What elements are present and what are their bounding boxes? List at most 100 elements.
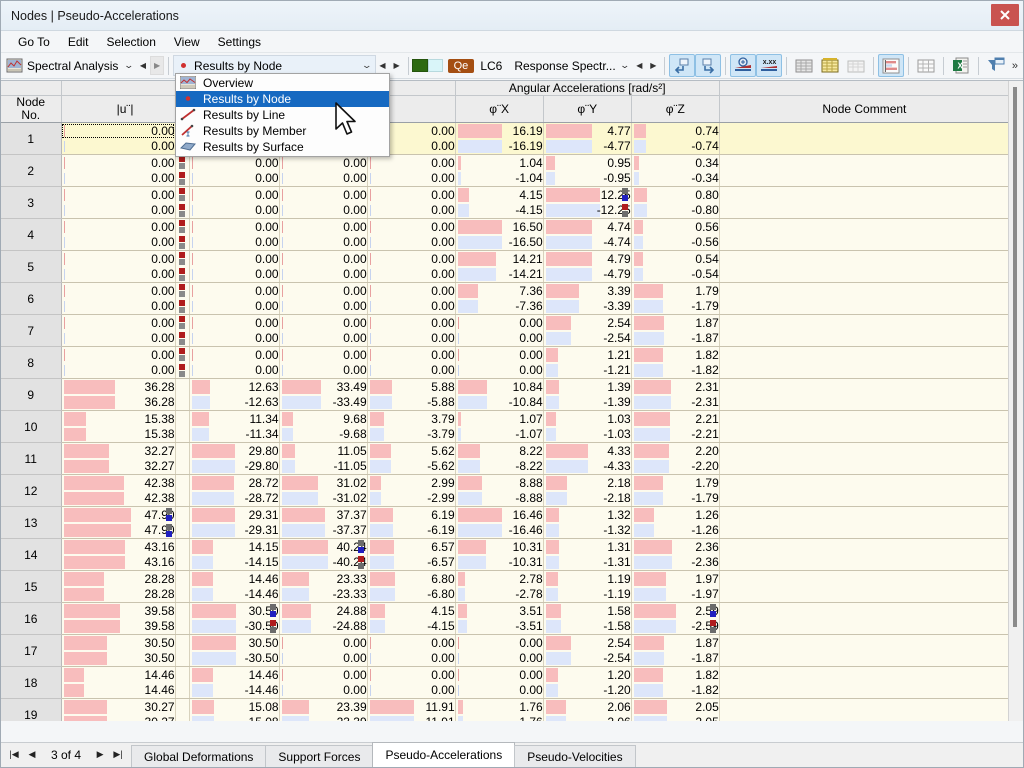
node-comment-cell[interactable] [719,714,1011,721]
value-cell[interactable]: -2.54 [543,650,632,667]
value-cell[interactable]: 0.00 [455,314,544,331]
value-cell[interactable]: 10.84 [455,378,544,395]
node-comment-cell[interactable] [719,346,1011,363]
value-cell[interactable]: 16.50 [455,218,544,235]
show-values-button[interactable] [730,54,757,77]
value-cell[interactable]: 28.72 [189,474,280,491]
node-number-cell[interactable]: 12 [1,474,62,507]
menu-settings[interactable]: Settings [209,33,270,51]
sheet-tab-pseudo-velocities[interactable]: Pseudo-Velocities [514,745,636,767]
node-comment-cell[interactable] [719,218,1011,235]
value-cell[interactable]: -16.19 [455,138,544,155]
value-cell[interactable]: 11.05 [279,442,368,459]
value-cell[interactable]: -29.31 [189,522,280,539]
table-row[interactable]: 2 0.00 0.00 0.00 0.00 1.04 0.95 0.34 [1,154,1011,187]
value-cell[interactable]: -4.74 [543,234,632,251]
value-cell[interactable]: 4.74 [543,218,632,235]
value-cell[interactable]: 39.58 [61,602,176,619]
node-number-cell[interactable]: 8 [1,346,62,379]
value-cell[interactable]: 0.00 [279,650,368,667]
table-row[interactable]: 36.28 -12.63 -33.49 -5.88 -10.84 -1.39 -2.31 [1,394,1011,411]
value-cell[interactable]: 0.00 [61,234,176,251]
value-cell[interactable]: 0.00 [279,666,368,683]
value-cell[interactable]: 0.00 [455,666,544,683]
value-cell[interactable]: 1.87 [631,634,720,651]
table-row[interactable]: 43.16 -14.15 -40.24 -6.57 -10.31 -1.31 -2.36 [1,554,1011,571]
value-cell[interactable]: -28.72 [189,490,280,507]
node-comment-cell[interactable] [719,506,1011,523]
table-row[interactable]: 30.27 -15.08 -23.39 -11.91 -1.76 -2.06 -2.05 [1,714,1011,721]
node-number-cell[interactable]: 17 [1,634,62,667]
value-cell[interactable]: 6.57 [367,538,456,555]
value-cell[interactable]: 10.31 [455,538,544,555]
vertical-scrollbar[interactable] [1008,81,1023,721]
value-cell[interactable]: -10.84 [455,394,544,411]
node-number-cell[interactable]: 7 [1,314,62,347]
value-cell[interactable]: -14.46 [189,586,280,603]
table-filter-button[interactable] [843,54,869,77]
value-cell[interactable]: -1.19 [543,586,632,603]
node-number-cell[interactable]: 3 [1,186,62,219]
value-cell[interactable]: -1.03 [543,426,632,443]
node-comment-cell[interactable] [719,394,1011,411]
value-cell[interactable]: 1.97 [631,570,720,587]
value-cell[interactable]: 42.38 [61,474,176,491]
value-cell[interactable]: -15.08 [189,714,280,721]
dropdown-item-results-by-member[interactable]: Results by Member [176,123,389,139]
value-cell[interactable]: 2.06 [543,698,632,715]
value-cell[interactable]: 0.80 [631,186,720,203]
case-next-button[interactable]: ▶ [646,56,660,75]
value-cell[interactable]: 12.25 [543,186,632,203]
node-comment-cell[interactable] [719,234,1011,251]
node-comment-cell[interactable] [719,330,1011,347]
table-row[interactable]: 10 15.38 11.34 9.68 3.79 1.07 1.03 2.21 [1,410,1011,443]
value-cell[interactable]: 0.00 [61,298,176,315]
node-comment-cell[interactable] [719,170,1011,187]
value-cell[interactable]: 0.00 [455,682,544,699]
value-cell[interactable]: 0.00 [61,266,176,283]
value-cell[interactable]: 30.27 [61,698,176,715]
value-cell[interactable]: 0.00 [455,650,544,667]
value-cell[interactable]: -0.54 [631,266,720,283]
value-cell[interactable]: 0.00 [61,218,176,235]
node-number-cell[interactable]: 1 [1,122,62,155]
value-cell[interactable]: 43.16 [61,538,176,555]
grid-button[interactable] [913,54,939,77]
node-comment-cell[interactable] [719,458,1011,475]
value-cell[interactable]: -1.76 [455,714,544,721]
value-cell[interactable]: -1.31 [543,554,632,571]
value-cell[interactable]: -11.91 [367,714,456,721]
value-cell[interactable]: 4.77 [543,122,632,139]
value-cell[interactable]: 0.00 [279,282,368,299]
value-cell[interactable]: -1.79 [631,490,720,507]
undo-arrow-button[interactable] [669,54,696,77]
value-cell[interactable]: 47.90 [61,522,176,539]
value-cell[interactable]: -9.68 [279,426,368,443]
value-cell[interactable]: -2.54 [543,330,632,347]
value-cell[interactable]: -33.49 [279,394,368,411]
column-header-phiz[interactable]: φ¨Z [631,95,720,123]
node-comment-cell[interactable] [719,682,1011,699]
value-cell[interactable]: 0.00 [61,346,176,363]
color-swatch-green[interactable] [412,59,428,72]
value-cell[interactable]: 11.91 [367,698,456,715]
column-header-phix[interactable]: φ¨X [455,95,544,123]
analysis-prev-button[interactable]: ◀ [136,56,150,75]
value-cell[interactable]: 1.76 [455,698,544,715]
table-row[interactable]: 19 30.27 15.08 23.39 11.91 1.76 2.06 2.05 [1,698,1011,721]
value-cell[interactable]: 0.00 [279,250,368,267]
value-cell[interactable]: -1.07 [455,426,544,443]
value-cell[interactable]: -2.20 [631,458,720,475]
value-cell[interactable]: 2.18 [543,474,632,491]
value-cell[interactable]: 3.79 [367,410,456,427]
value-cell[interactable]: -40.24 [279,554,368,571]
value-cell[interactable]: -4.33 [543,458,632,475]
toolbar-overflow-button[interactable]: » [1009,60,1021,72]
value-cell[interactable]: 0.00 [61,362,176,379]
prev-page-button[interactable]: ◀ [23,744,41,766]
value-cell[interactable]: 0.00 [367,634,456,651]
table-row[interactable]: 16 39.58 30.50 24.88 4.15 3.51 1.58 2.59 [1,602,1011,635]
value-cell[interactable]: 0.00 [279,218,368,235]
value-cell[interactable]: 47.90 [61,506,176,523]
value-cell[interactable]: -0.74 [631,138,720,155]
